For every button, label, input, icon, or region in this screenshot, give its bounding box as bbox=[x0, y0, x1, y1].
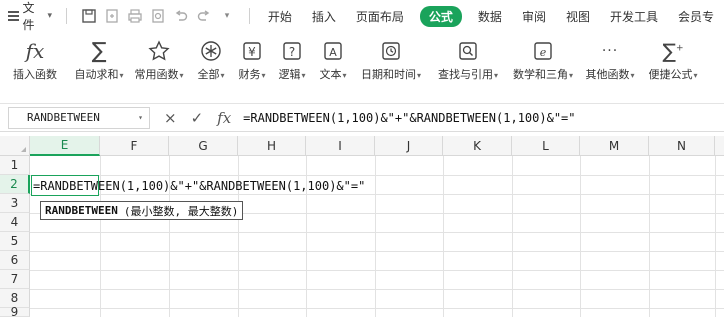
all-functions-button[interactable]: 全部▾ bbox=[190, 32, 232, 88]
row-header-4[interactable]: 4 bbox=[0, 213, 30, 232]
gridline bbox=[649, 156, 650, 317]
name-box-value: RANDBETWEEN bbox=[27, 111, 100, 124]
logical-button[interactable]: ? 逻辑▾ bbox=[272, 32, 312, 88]
gridline bbox=[30, 270, 724, 271]
print-icon[interactable] bbox=[127, 8, 143, 24]
row-header-7[interactable]: 7 bbox=[0, 270, 30, 289]
gridline bbox=[715, 156, 716, 317]
column-header-o[interactable] bbox=[715, 136, 724, 156]
confirm-icon[interactable]: ✓ bbox=[191, 109, 204, 127]
tooltip-args: (最小整数, 最大整数) bbox=[123, 204, 239, 218]
column-header-h[interactable]: H bbox=[238, 136, 306, 156]
fx-icon: fx bbox=[25, 39, 45, 63]
save-icon[interactable] bbox=[81, 8, 97, 24]
column-header-l[interactable]: L bbox=[512, 136, 580, 156]
svg-text:?: ? bbox=[289, 45, 295, 59]
tab-insert[interactable]: 插入 bbox=[302, 0, 346, 32]
math-trig-button[interactable]: e 数学和三角▾ bbox=[508, 32, 578, 88]
export-icon[interactable] bbox=[104, 8, 120, 24]
cancel-icon[interactable]: × bbox=[164, 109, 177, 127]
yen-icon: ¥ bbox=[241, 38, 263, 64]
file-menu-label: 文件 bbox=[22, 1, 35, 32]
chevron-down-icon[interactable]: ▾ bbox=[219, 8, 235, 24]
function-tooltip: RANDBETWEEN (最小整数, 最大整数) bbox=[40, 201, 244, 220]
divider bbox=[248, 8, 250, 24]
row-header-3[interactable]: 3 bbox=[0, 194, 30, 213]
all-functions-icon bbox=[200, 38, 222, 64]
spreadsheet-grid: E F G H I J K L M N 1 2 3 4 5 6 7 8 9 =R… bbox=[0, 136, 724, 317]
svg-text:e: e bbox=[540, 46, 547, 59]
formula-tools: × ✓ fx bbox=[164, 109, 231, 127]
tooltip-function-name[interactable]: RANDBETWEEN bbox=[45, 204, 118, 217]
star-icon bbox=[148, 38, 170, 64]
column-header-m[interactable]: M bbox=[580, 136, 649, 156]
quick-formula-icon: ∑+ bbox=[662, 39, 684, 63]
chevron-down-icon: ▾ bbox=[47, 11, 53, 21]
financial-button[interactable]: ¥ 财务▾ bbox=[232, 32, 272, 88]
tab-developer[interactable]: 开发工具 bbox=[600, 0, 668, 32]
tab-formulas[interactable]: 公式 bbox=[419, 0, 462, 32]
tab-data[interactable]: 数据 bbox=[468, 0, 512, 32]
gridline bbox=[443, 156, 444, 317]
undo-icon[interactable] bbox=[173, 8, 189, 24]
theta-icon: e bbox=[532, 38, 554, 64]
row-header-6[interactable]: 6 bbox=[0, 251, 30, 270]
row-header-5[interactable]: 5 bbox=[0, 232, 30, 251]
row-header-2[interactable]: 2 bbox=[0, 175, 30, 194]
tab-review[interactable]: 审阅 bbox=[512, 0, 556, 32]
row-header-1[interactable]: 1 bbox=[0, 156, 30, 175]
lookup-reference-button[interactable]: 查找与引用▾ bbox=[428, 32, 508, 88]
name-box[interactable]: RANDBETWEEN ▾ bbox=[8, 106, 150, 129]
formula-input[interactable]: =RANDBETWEEN(1,100)&"+"&RANDBETWEEN(1,10… bbox=[243, 111, 575, 125]
column-header-i[interactable]: I bbox=[306, 136, 375, 156]
file-menu[interactable]: 文件 ▾ bbox=[0, 0, 58, 32]
column-header-g[interactable]: G bbox=[169, 136, 238, 156]
gridline bbox=[30, 308, 724, 309]
gridline bbox=[30, 289, 724, 290]
divider bbox=[66, 8, 67, 24]
svg-text:¥: ¥ bbox=[248, 45, 256, 59]
print-preview-icon[interactable] bbox=[150, 8, 166, 24]
date-time-button[interactable]: 日期和时间▾ bbox=[354, 32, 428, 88]
redo-icon[interactable] bbox=[196, 8, 212, 24]
tab-view[interactable]: 视图 bbox=[556, 0, 600, 32]
more-functions-button[interactable]: ··· 其他函数▾ bbox=[578, 32, 642, 88]
autosum-button[interactable]: ∑ 自动求和▾ bbox=[70, 32, 128, 88]
tab-member[interactable]: 会员专 bbox=[668, 0, 724, 32]
cell-e2-content[interactable]: =RANDBETWEEN(1,100)&"+"&RANDBETWEEN(1,10… bbox=[33, 176, 365, 195]
gridline bbox=[512, 156, 513, 317]
gridline bbox=[30, 251, 724, 252]
hamburger-icon bbox=[8, 11, 19, 21]
svg-text:A: A bbox=[329, 46, 337, 59]
formula-bar: RANDBETWEEN ▾ × ✓ fx =RANDBETWEEN(1,100)… bbox=[0, 104, 724, 132]
gridline bbox=[375, 156, 376, 317]
column-header-k[interactable]: K bbox=[443, 136, 512, 156]
quick-formula-button[interactable]: ∑+ 便捷公式▾ bbox=[642, 32, 704, 88]
column-header-e[interactable]: E bbox=[30, 136, 100, 156]
common-functions-button[interactable]: 常用函数▾ bbox=[128, 32, 190, 88]
search-icon bbox=[457, 38, 479, 64]
quick-access-toolbar: ▾ bbox=[75, 8, 241, 24]
tab-page-layout[interactable]: 页面布局 bbox=[346, 0, 414, 32]
clock-icon bbox=[380, 38, 402, 64]
column-header-n[interactable]: N bbox=[649, 136, 715, 156]
text-functions-button[interactable]: A 文本▾ bbox=[312, 32, 354, 88]
insert-function-button[interactable]: fx 插入函数 bbox=[0, 32, 70, 88]
column-header-f[interactable]: F bbox=[100, 136, 169, 156]
menu-bar: 文件 ▾ ▾ 开始 插入 页面布局 公式 数据 审阅 视图 开发工具 会员专 bbox=[0, 0, 724, 32]
sigma-icon: ∑ bbox=[91, 38, 107, 64]
gridline bbox=[580, 156, 581, 317]
ribbon-divider bbox=[0, 88, 724, 104]
more-icon: ··· bbox=[601, 43, 619, 59]
question-icon: ? bbox=[281, 38, 303, 64]
column-header-j[interactable]: J bbox=[375, 136, 443, 156]
row-header-9[interactable]: 9 bbox=[0, 305, 30, 317]
formula-ribbon: fx 插入函数 ∑ 自动求和▾ 常用函数▾ 全部▾ ¥ 财务▾ ? 逻辑▾ A … bbox=[0, 32, 724, 88]
tab-home[interactable]: 开始 bbox=[258, 0, 302, 32]
gridline bbox=[30, 232, 724, 233]
select-all-corner[interactable] bbox=[0, 136, 30, 156]
text-icon: A bbox=[322, 38, 344, 64]
chevron-down-icon[interactable]: ▾ bbox=[138, 113, 143, 122]
fx-icon[interactable]: fx bbox=[217, 109, 231, 127]
